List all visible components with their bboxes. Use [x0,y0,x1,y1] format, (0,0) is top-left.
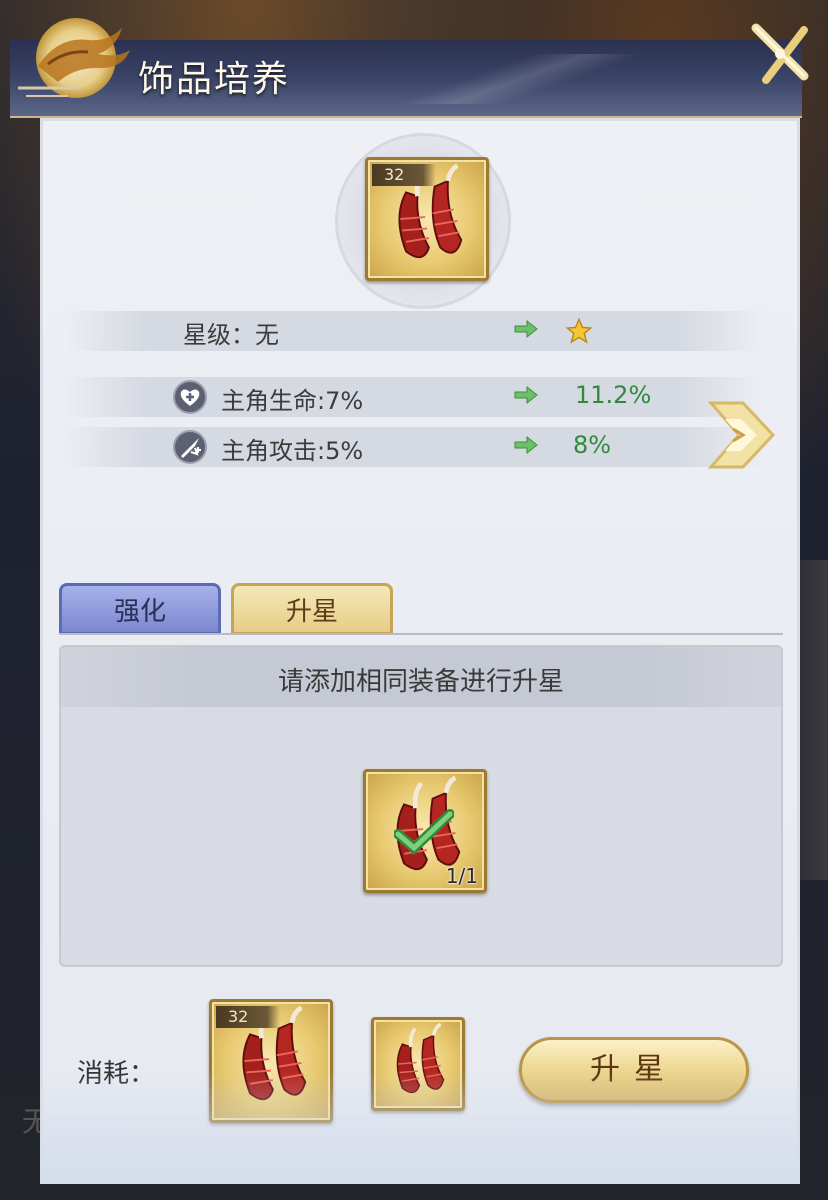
heart-plus-icon [173,380,207,414]
material-count: 1/1 [445,864,478,888]
accessory-panel: 32 星级：无 主角生命:7% 11.2% 主角攻击:5% 8% 强化 升星 请… [40,118,800,1184]
dialog-title: 饰品培养 [138,59,291,100]
close-x-icon[interactable] [746,20,814,88]
attack-stat-label: 主角攻击:5% [221,437,364,465]
hp-stat-label: 主角生命:7% [221,387,364,415]
panel-bottom-decoration [43,1071,797,1181]
sword-attack-icon [173,430,207,464]
stat-row-star: 星级：无 [63,311,763,351]
header-decoration [310,54,730,104]
green-arrow-icon [514,319,538,339]
stat-row-attack: 主角攻击:5% 8% [63,427,763,467]
star-level-label: 星级：无 [183,321,279,349]
tab-starup[interactable]: 升星 [231,583,393,635]
consume-item-level: 32 [216,1006,280,1028]
gold-star-icon [565,317,593,344]
stat-row-hp: 主角生命:7% 11.2% [63,377,763,417]
tab-divider [59,633,783,635]
attack-stat-value: 8% [573,431,612,459]
hp-stat-value: 11.2% [575,381,652,409]
starup-hint-text: 请添加相同装备进行升星 [277,667,564,697]
green-arrow-icon [514,435,538,455]
main-item-card[interactable]: 32 [365,157,489,281]
green-arrow-icon [514,385,538,405]
tab-enhance[interactable]: 强化 [59,583,221,635]
item-level-badge: 32 [372,164,436,186]
starup-material-box: 请添加相同装备进行升星 1/1 [59,645,783,967]
green-check-icon [394,809,454,855]
dragon-emblem-icon [18,18,130,98]
material-slot[interactable]: 1/1 [363,769,487,893]
next-chevron-icon[interactable] [703,393,779,477]
